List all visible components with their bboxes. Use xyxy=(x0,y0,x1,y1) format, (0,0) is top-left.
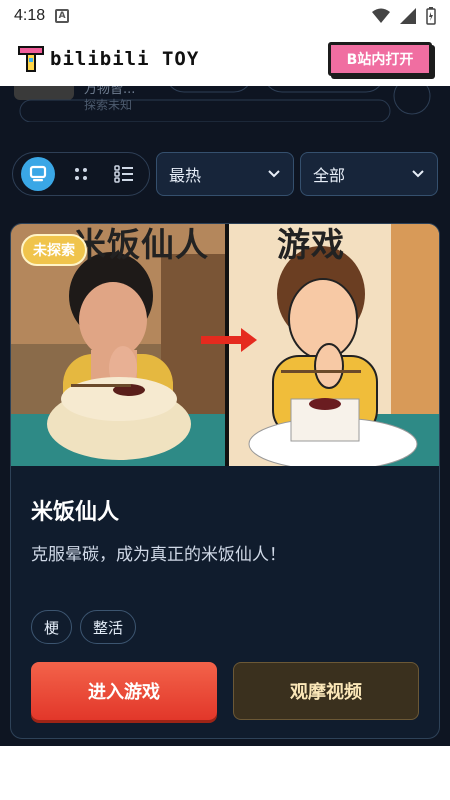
single-card-icon xyxy=(30,165,47,182)
cover-caption-left: 米饭仙人 xyxy=(73,225,209,264)
chevron-down-icon xyxy=(268,170,280,178)
signal-icon xyxy=(400,8,416,24)
watch-video-button[interactable]: 观摩视频 xyxy=(233,662,419,720)
list-view-button[interactable] xyxy=(107,157,141,191)
chevron-down-icon xyxy=(412,170,424,178)
bottom-area xyxy=(0,746,450,800)
wifi-icon xyxy=(372,8,390,23)
partial-top-section xyxy=(14,86,431,122)
partial-text-2: 探索未知 xyxy=(84,98,133,112)
toy-logo-icon xyxy=(18,46,44,72)
status-time: 4:18 xyxy=(14,7,46,24)
category-select-value: 全部 xyxy=(313,166,346,185)
status-bar: 4:18 A xyxy=(0,0,450,32)
cover-caption-right: 游戏 xyxy=(277,225,345,264)
tag-list: 梗 整活 xyxy=(31,610,137,644)
single-view-button[interactable] xyxy=(21,157,56,191)
sort-select[interactable]: 最热 xyxy=(156,152,294,196)
grid-view-button[interactable] xyxy=(64,157,98,191)
view-mode-toggle xyxy=(12,152,150,196)
sort-select-value: 最热 xyxy=(169,166,202,185)
enter-game-button[interactable]: 进入游戏 xyxy=(31,662,217,720)
logo-text: bilibili TOY xyxy=(50,48,200,70)
unexplored-badge: 未探索 xyxy=(21,234,87,266)
logo: bilibili TOY xyxy=(18,46,199,72)
list-icon xyxy=(113,165,133,183)
grid-dots-icon xyxy=(74,168,87,180)
game-card: 米饭仙人 游戏 未探索 米饭仙人 克服晕碳，成为真正的米饭仙人！ 梗 整活 进入… xyxy=(10,223,440,739)
controls-row: 最热 全部 xyxy=(12,152,442,196)
app-content: 万物皆... 探索未知 最热 全部 米饭仙人 游戏 未探索 米饭仙人 克服晕碳，… xyxy=(0,86,450,746)
app-header: bilibili TOY B站内打开 xyxy=(0,32,450,86)
battery-icon xyxy=(426,7,436,25)
game-description: 克服晕碳，成为真正的米饭仙人！ xyxy=(31,545,286,565)
tag-chip[interactable]: 整活 xyxy=(80,610,137,644)
notification-a-icon: A xyxy=(55,9,70,23)
open-in-bilibili-button[interactable]: B站内打开 xyxy=(328,42,432,76)
status-icons xyxy=(372,7,436,25)
game-title: 米饭仙人 xyxy=(31,500,120,525)
tag-chip[interactable]: 梗 xyxy=(31,610,73,644)
game-cover-image[interactable]: 米饭仙人 游戏 未探索 xyxy=(11,224,439,466)
category-select[interactable]: 全部 xyxy=(300,152,438,196)
